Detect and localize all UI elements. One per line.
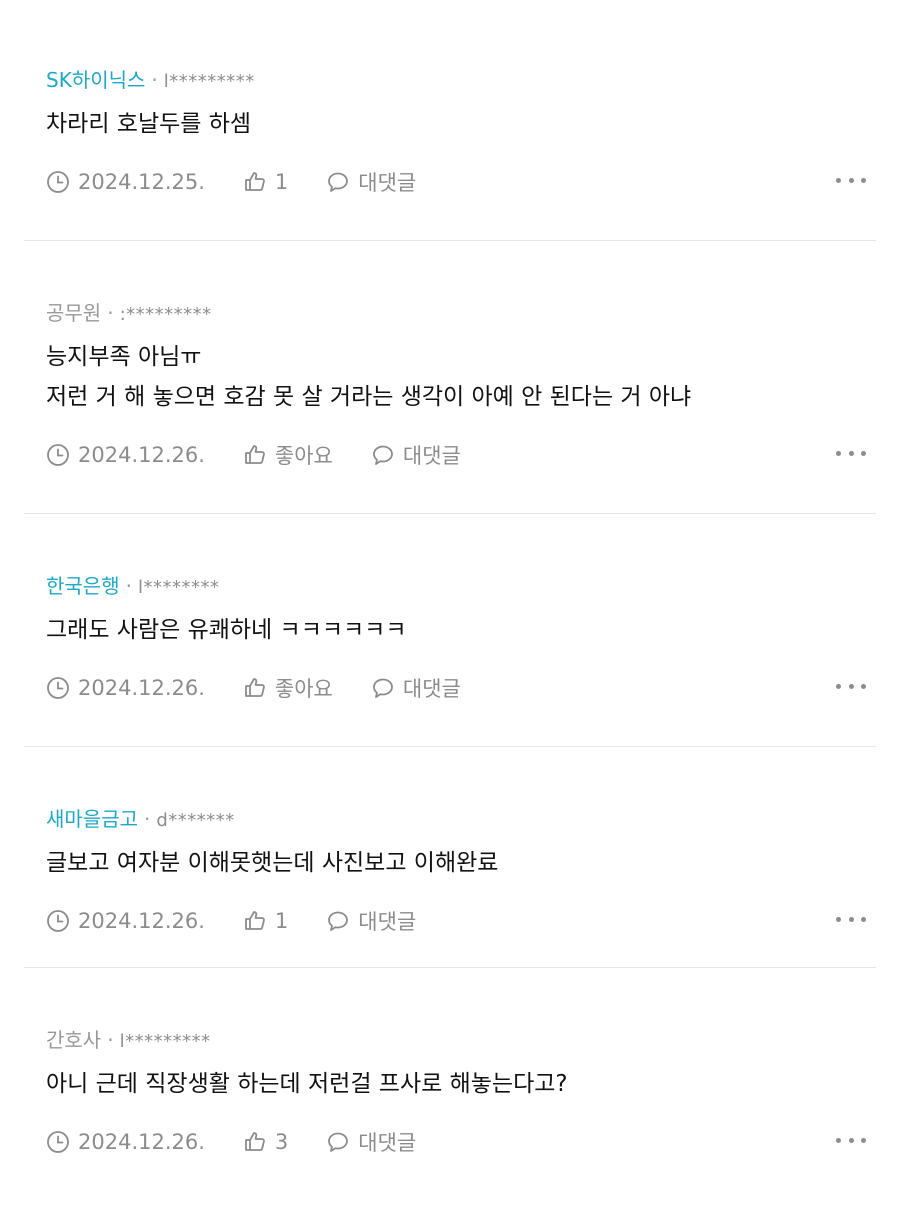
more-dots-icon[interactable] bbox=[836, 443, 866, 463]
reply-button[interactable]: 대댓글 bbox=[326, 167, 416, 197]
like-button[interactable]: 1 bbox=[243, 909, 288, 933]
like-count: 좋아요 bbox=[274, 444, 333, 468]
comment-body: 그래도 사람은 유쾌하네 ㅋㅋㅋㅋㅋㅋ bbox=[46, 610, 876, 650]
speech-bubble-icon bbox=[328, 172, 349, 192]
affiliation-label[interactable]: SK하이닉스 bbox=[46, 68, 145, 92]
reply-label: 대댓글 bbox=[358, 910, 417, 934]
thumbs-up-icon bbox=[245, 1132, 265, 1151]
like-button[interactable]: 1 bbox=[243, 170, 288, 194]
meta-separator: · bbox=[144, 807, 151, 831]
date-text: 2024.12.26. bbox=[78, 676, 205, 700]
comment-item: 공무원 ·:********* 능지부족 아님ㅠ 저런 거 해 놓으면 호감 못 … bbox=[0, 241, 900, 513]
username: l********* bbox=[119, 1031, 211, 1052]
comment-actions: 2024.12.26. 좋아요 대댓글 bbox=[46, 672, 876, 704]
reply-button[interactable]: 대댓글 bbox=[371, 440, 461, 470]
like-count: 1 bbox=[274, 170, 289, 194]
like-count: 좋아요 bbox=[274, 677, 333, 701]
reply-button[interactable]: 대댓글 bbox=[326, 1127, 416, 1157]
speech-bubble-icon bbox=[372, 678, 393, 698]
clock-icon bbox=[47, 444, 69, 466]
speech-bubble-icon bbox=[328, 911, 349, 931]
comment-actions: 2024.12.25. 1 대댓글 bbox=[46, 166, 876, 198]
date-text: 2024.12.26. bbox=[78, 1130, 205, 1154]
reply-button[interactable]: 대댓글 bbox=[326, 906, 416, 936]
meta-separator: · bbox=[107, 301, 114, 325]
comment-date: 2024.12.26. bbox=[46, 443, 205, 467]
comment-text-line: 아니 근데 직장생활 하는데 저런걸 프사로 해놓는다고? bbox=[46, 1071, 568, 1097]
date-text: 2024.12.26. bbox=[78, 443, 205, 467]
more-dots-icon[interactable] bbox=[836, 1130, 866, 1150]
comment-item: 간호사 · l********* 아니 근데 직장생활 하는데 저런걸 프사로 해놓… bbox=[0, 968, 900, 1158]
affiliation-label[interactable]: 한국은행 bbox=[46, 574, 120, 598]
like-count: 3 bbox=[274, 1130, 289, 1154]
more-dots-icon[interactable] bbox=[836, 676, 866, 696]
thumbs-up-icon bbox=[245, 911, 265, 930]
thumbs-up-icon bbox=[245, 172, 265, 191]
reply-label: 대댓글 bbox=[358, 171, 417, 195]
comment-meta: 한국은행 · l******** bbox=[46, 572, 876, 602]
affiliation-label[interactable]: 간호사 bbox=[46, 1028, 101, 1052]
meta-separator: · bbox=[151, 68, 158, 92]
comment-text-line: 차라리 호날두를 하셈 bbox=[46, 111, 252, 137]
more-dots-icon[interactable] bbox=[836, 909, 866, 929]
like-button[interactable]: 좋아요 bbox=[243, 440, 333, 470]
meta-separator: · bbox=[107, 1028, 114, 1052]
thumbs-up-icon bbox=[245, 445, 265, 464]
username: l********* bbox=[163, 71, 255, 92]
comment-date: 2024.12.26. bbox=[46, 676, 205, 700]
clock-icon bbox=[47, 910, 69, 932]
comment-meta: 공무원 ·:********* bbox=[46, 299, 876, 329]
clock-icon bbox=[47, 677, 69, 699]
clock-icon bbox=[47, 171, 69, 193]
like-count: 1 bbox=[274, 909, 289, 933]
comment-actions: 2024.12.26. 1 대댓글 bbox=[46, 905, 876, 937]
comment-meta: SK하이닉스 · l********* bbox=[46, 66, 876, 96]
speech-bubble-icon bbox=[372, 445, 393, 465]
comment-item: SK하이닉스 · l********* 차라리 호날두를 하셈 2024.12.25… bbox=[0, 0, 900, 240]
comment-list: SK하이닉스 · l********* 차라리 호날두를 하셈 2024.12.25… bbox=[0, 0, 900, 1158]
thumbs-up-icon bbox=[245, 678, 265, 697]
comment-text-line: 그래도 사람은 유쾌하네 ㅋㅋㅋㅋㅋㅋ bbox=[46, 617, 407, 643]
comment-body: 능지부족 아님ㅠ 저런 거 해 놓으면 호감 못 살 거라는 생각이 아예 안 … bbox=[46, 337, 876, 417]
comment-item: 새마을금고 · d******* 글보고 여자분 이해못햇는데 사진보고 이해완료 … bbox=[0, 747, 900, 967]
more-dots-icon[interactable] bbox=[836, 170, 866, 190]
comment-text-line: 글보고 여자분 이해못햇는데 사진보고 이해완료 bbox=[46, 850, 499, 876]
username: :********* bbox=[119, 304, 212, 325]
comment-item: 한국은행 · l******** 그래도 사람은 유쾌하네 ㅋㅋㅋㅋㅋㅋ 2024.… bbox=[0, 514, 900, 746]
comment-text-line: 능지부족 아님ㅠ bbox=[46, 344, 202, 370]
username: d******* bbox=[156, 810, 235, 831]
reply-label: 대댓글 bbox=[358, 1131, 417, 1155]
comment-text-line: 저런 거 해 놓으면 호감 못 살 거라는 생각이 아예 안 된다는 거 아냐 bbox=[46, 384, 692, 410]
comment-body: 글보고 여자분 이해못햇는데 사진보고 이해완료 bbox=[46, 843, 876, 883]
affiliation-label[interactable]: 공무원 bbox=[46, 301, 101, 325]
comment-date: 2024.12.26. bbox=[46, 909, 205, 933]
reply-button[interactable]: 대댓글 bbox=[371, 673, 461, 703]
clock-icon bbox=[47, 1131, 69, 1153]
date-text: 2024.12.26. bbox=[78, 909, 205, 933]
reply-label: 대댓글 bbox=[402, 677, 461, 701]
comment-meta: 새마을금고 · d******* bbox=[46, 805, 876, 835]
like-button[interactable]: 3 bbox=[243, 1130, 288, 1154]
like-button[interactable]: 좋아요 bbox=[243, 673, 333, 703]
username: l******** bbox=[137, 577, 220, 598]
meta-separator: · bbox=[125, 574, 132, 598]
reply-label: 대댓글 bbox=[402, 444, 461, 468]
date-text: 2024.12.25. bbox=[78, 170, 205, 194]
speech-bubble-icon bbox=[328, 1132, 349, 1152]
comment-date: 2024.12.26. bbox=[46, 1130, 205, 1154]
comment-body: 차라리 호날두를 하셈 bbox=[46, 104, 876, 144]
comment-meta: 간호사 · l********* bbox=[46, 1026, 876, 1056]
comment-body: 아니 근데 직장생활 하는데 저런걸 프사로 해놓는다고? bbox=[46, 1064, 876, 1104]
affiliation-label[interactable]: 새마을금고 bbox=[46, 807, 138, 831]
comment-date: 2024.12.25. bbox=[46, 170, 205, 194]
comment-actions: 2024.12.26. 좋아요 대댓글 bbox=[46, 439, 876, 471]
comment-actions: 2024.12.26. 3 대댓글 bbox=[46, 1126, 876, 1158]
